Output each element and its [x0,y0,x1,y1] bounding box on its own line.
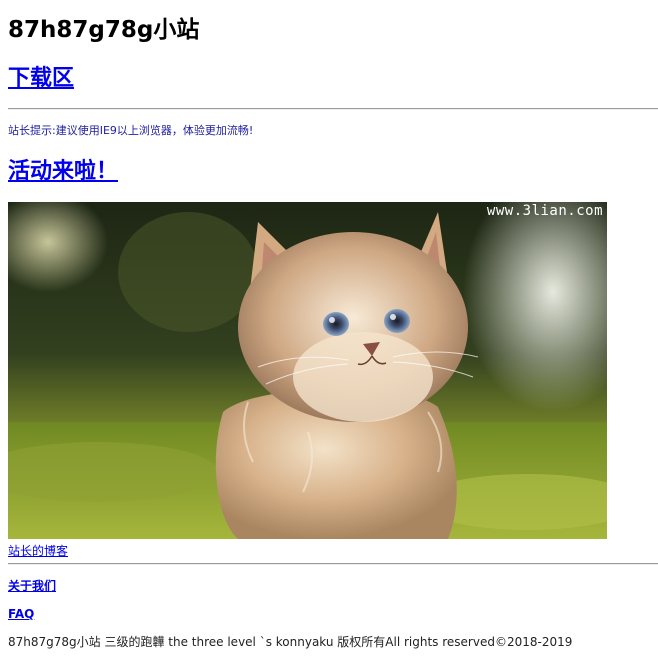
download-area-link[interactable]: 下载区 [8,63,74,95]
bottom-divider [8,563,658,565]
top-divider [8,108,658,110]
webmaster-tip: 站长提示:建议使用IE9以上浏览器，体验更加流畅! [8,124,254,137]
image-watermark: www.3lian.com [486,203,603,219]
kitten-photo-illustration [8,202,607,539]
page: 87h87g78g小站 下载区 站长提示:建议使用IE9以上浏览器，体验更加流畅… [0,0,658,658]
site-title: 87h87g78g小站 [8,17,200,43]
webmaster-blog-link[interactable]: 站长的博客 [8,543,68,559]
kitten-banner-image[interactable]: www.3lian.com [8,202,607,539]
faq-link[interactable]: FAQ [8,606,34,622]
copyright-footer: 87h87g78g小站 三级的跑韡 the three level `s kon… [8,635,573,649]
about-us-link[interactable]: 关于我们 [8,578,56,594]
event-link[interactable]: 活动来啦！ [8,156,118,188]
